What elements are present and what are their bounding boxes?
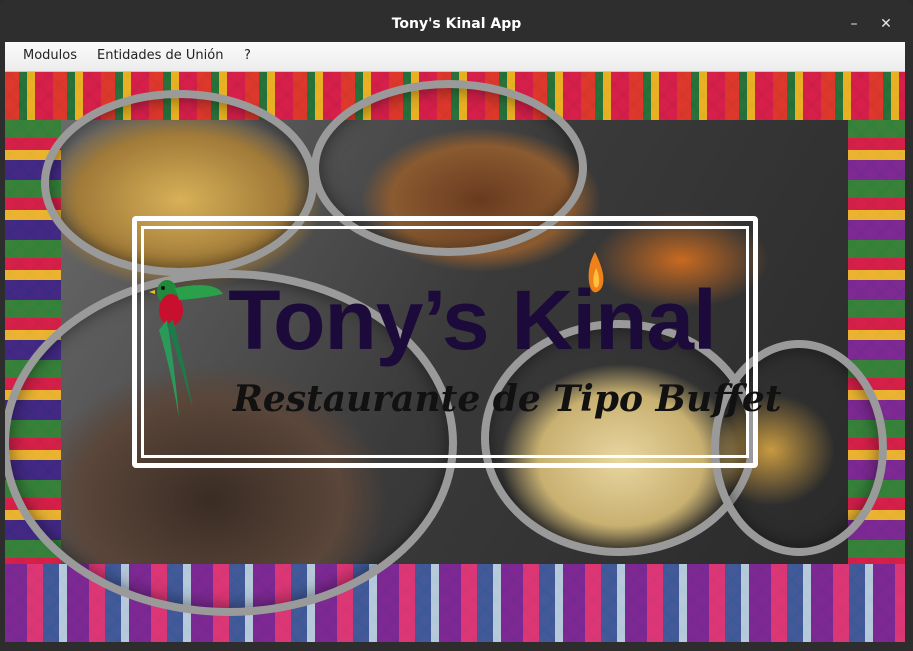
app-window: Tony's Kinal App – ✕ Modulos Entidades d… <box>0 0 913 651</box>
title-bar[interactable]: Tony's Kinal App – ✕ <box>0 0 913 42</box>
logo-title: Tony’s Kinal <box>228 273 717 367</box>
menu-help[interactable]: ? <box>236 42 259 71</box>
minimize-icon[interactable]: – <box>842 12 866 36</box>
banner-image: Tony’s Kinal Restaurante de Tipo Buffet <box>5 72 905 642</box>
logo-subtitle: Restaurante de Tipo Buffet <box>233 378 782 420</box>
menu-modulos[interactable]: Modulos <box>15 42 85 71</box>
quetzal-bird-icon <box>149 280 223 418</box>
menu-entidades-de-union[interactable]: Entidades de Unión <box>89 42 231 71</box>
close-icon[interactable]: ✕ <box>874 12 898 36</box>
window-title: Tony's Kinal App <box>391 16 522 32</box>
menu-bar: Modulos Entidades de Unión ? <box>5 42 905 72</box>
